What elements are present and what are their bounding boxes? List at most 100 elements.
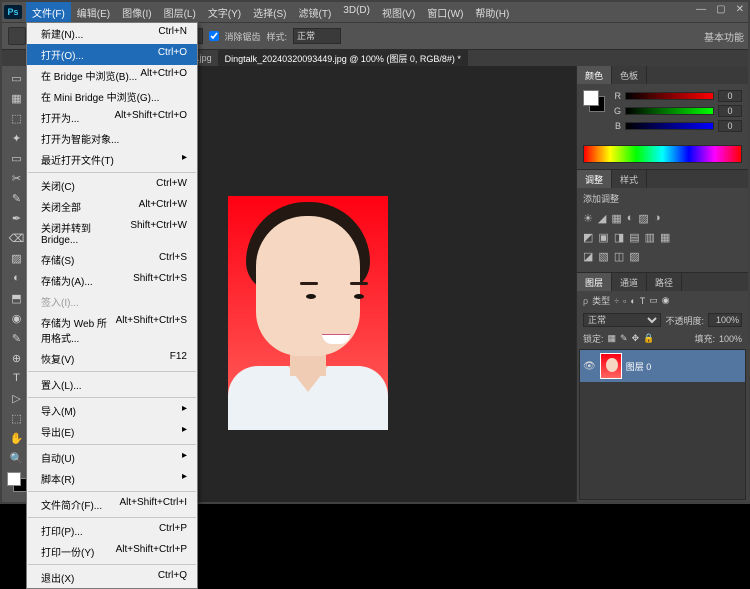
tool-13[interactable]: ✎ [8, 329, 26, 347]
tool-1[interactable]: ▦ [8, 89, 26, 107]
style-label: 样式: [267, 30, 288, 43]
visibility-icon[interactable]: 👁 [583, 361, 596, 372]
minimize-button[interactable]: — [696, 4, 706, 15]
lock-all-icon[interactable]: 🔒 [643, 333, 654, 344]
menu-9[interactable]: 窗口(W) [421, 2, 469, 23]
maximize-button[interactable]: ▢ [716, 4, 725, 15]
menu-0[interactable]: 文件(F) [26, 2, 71, 23]
right-panels: 颜色 色板 R0 G0 B0 调整 样式 添加调整 ☀◢▦◐▨◑ ◩▣◨▤ [576, 66, 748, 502]
fg-bg-swatch[interactable] [7, 472, 27, 492]
tool-11[interactable]: ⬒ [8, 289, 26, 307]
document-image[interactable] [228, 196, 388, 430]
menu-item[interactable]: 在 Mini Bridge 中浏览(G)... [27, 86, 197, 107]
tab-color[interactable]: 颜色 [577, 66, 612, 84]
blend-mode-select[interactable]: 正常 [583, 313, 661, 327]
tool-10[interactable]: ◐ [8, 269, 26, 287]
opacity-field[interactable]: 100% [708, 313, 742, 327]
slider-r[interactable] [625, 92, 714, 100]
tab-paths[interactable]: 路径 [647, 273, 682, 291]
layer-name[interactable]: 图层 0 [626, 360, 652, 373]
doc-tab[interactable]: Dingtalk_20240320093449.jpg @ 100% (图层 0… [219, 50, 468, 66]
menu-7[interactable]: 3D(D) [337, 2, 376, 23]
antialias-checkbox[interactable] [209, 31, 219, 41]
tool-8[interactable]: ⌫ [8, 229, 26, 247]
tool-18[interactable]: ✋ [8, 429, 26, 447]
menu-10[interactable]: 帮助(H) [469, 2, 515, 23]
tool-4[interactable]: ▭ [8, 149, 26, 167]
menu-3[interactable]: 图层(L) [158, 2, 202, 23]
antialias-label: 消除锯齿 [225, 30, 261, 43]
workspace-label[interactable]: 基本功能 [704, 29, 744, 44]
fill-field[interactable]: 100% [719, 334, 742, 344]
tool-6[interactable]: ✎ [8, 189, 26, 207]
add-adjustment-label: 添加调整 [577, 188, 748, 209]
menu-item[interactable]: 最近打开文件(T)▸ [27, 149, 197, 170]
menu-item[interactable]: 存储为 Web 所用格式...Alt+Shift+Ctrl+S [27, 312, 197, 348]
menu-item[interactable]: 导出(E)▸ [27, 421, 197, 442]
lock-label: 锁定: [583, 332, 604, 345]
menu-item[interactable]: 打开为...Alt+Shift+Ctrl+O [27, 107, 197, 128]
menu-4[interactable]: 文字(Y) [202, 2, 247, 23]
tool-12[interactable]: ◉ [8, 309, 26, 327]
color-spectrum[interactable] [583, 145, 742, 163]
menu-item[interactable]: 退出(X)Ctrl+Q [27, 567, 197, 588]
tool-16[interactable]: ▷ [8, 389, 26, 407]
color-swatch[interactable] [583, 90, 605, 112]
slider-b[interactable] [625, 122, 714, 130]
close-button[interactable]: ✕ [736, 4, 744, 15]
tab-swatches[interactable]: 色板 [612, 66, 647, 84]
menu-item[interactable]: 置入(L)... [27, 374, 197, 395]
menu-item[interactable]: 恢复(V)F12 [27, 348, 197, 369]
tab-layers[interactable]: 图层 [577, 273, 612, 291]
menu-2[interactable]: 图像(I) [116, 2, 157, 23]
lock-trans-icon[interactable]: ▦ [608, 333, 617, 344]
tab-channels[interactable]: 通道 [612, 273, 647, 291]
tool-19[interactable]: 🔍 [8, 449, 26, 467]
tool-5[interactable]: ✂ [8, 169, 26, 187]
tool-15[interactable]: T [8, 369, 26, 387]
menu-item[interactable]: 在 Bridge 中浏览(B)...Alt+Ctrl+O [27, 65, 197, 86]
tool-2[interactable]: ⬚ [8, 109, 26, 127]
tool-0[interactable]: ▭ [8, 69, 26, 87]
menu-item[interactable]: 关闭并转到 Bridge...Shift+Ctrl+W [27, 217, 197, 249]
tab-styles[interactable]: 样式 [612, 170, 647, 188]
value-r[interactable]: 0 [718, 90, 742, 102]
menu-item[interactable]: 导入(M)▸ [27, 400, 197, 421]
style-select[interactable]: 正常 [293, 28, 341, 44]
tool-9[interactable]: ▨ [8, 249, 26, 267]
menu-item[interactable]: 文件简介(F)...Alt+Shift+Ctrl+I [27, 494, 197, 515]
menu-item[interactable]: 打开(O)...Ctrl+O [27, 44, 197, 65]
menu-item: 签入(I)... [27, 291, 197, 312]
lock-paint-icon[interactable]: ✎ [620, 333, 628, 344]
menu-6[interactable]: 滤镜(T) [293, 2, 338, 23]
menu-item[interactable]: 存储(S)Ctrl+S [27, 249, 197, 270]
value-g[interactable]: 0 [718, 105, 742, 117]
menu-item[interactable]: 新建(N)...Ctrl+N [27, 23, 197, 44]
fill-label: 填充: [694, 332, 715, 345]
layer-row[interactable]: 👁 图层 0 [580, 350, 745, 382]
layer-thumbnail[interactable] [600, 353, 622, 379]
tool-3[interactable]: ✦ [8, 129, 26, 147]
tool-17[interactable]: ⬚ [8, 409, 26, 427]
tab-adjustments[interactable]: 调整 [577, 170, 612, 188]
menu-item[interactable]: 脚本(R)▸ [27, 468, 197, 489]
tool-7[interactable]: ✒ [8, 209, 26, 227]
slider-g[interactable] [625, 107, 714, 115]
menu-item[interactable]: 打印一份(Y)Alt+Shift+Ctrl+P [27, 541, 197, 562]
menu-5[interactable]: 选择(S) [247, 2, 292, 23]
menu-item[interactable]: 自动(U)▸ [27, 447, 197, 468]
menu-item[interactable]: 存储为(A)...Shift+Ctrl+S [27, 270, 197, 291]
menu-8[interactable]: 视图(V) [376, 2, 421, 23]
menu-item[interactable]: 打开为智能对象... [27, 128, 197, 149]
value-b[interactable]: 0 [718, 120, 742, 132]
tool-14[interactable]: ⊕ [8, 349, 26, 367]
menu-item[interactable]: 关闭(C)Ctrl+W [27, 175, 197, 196]
menu-1[interactable]: 编辑(E) [71, 2, 116, 23]
menu-item[interactable]: 关闭全部Alt+Ctrl+W [27, 196, 197, 217]
lock-move-icon[interactable]: ✥ [632, 333, 640, 344]
app-logo: Ps [4, 5, 22, 19]
tool-preset-button[interactable] [8, 27, 26, 45]
opacity-label: 不透明度: [665, 314, 704, 327]
menu-item[interactable]: 打印(P)...Ctrl+P [27, 520, 197, 541]
filter-type[interactable]: 类型 [592, 294, 610, 307]
